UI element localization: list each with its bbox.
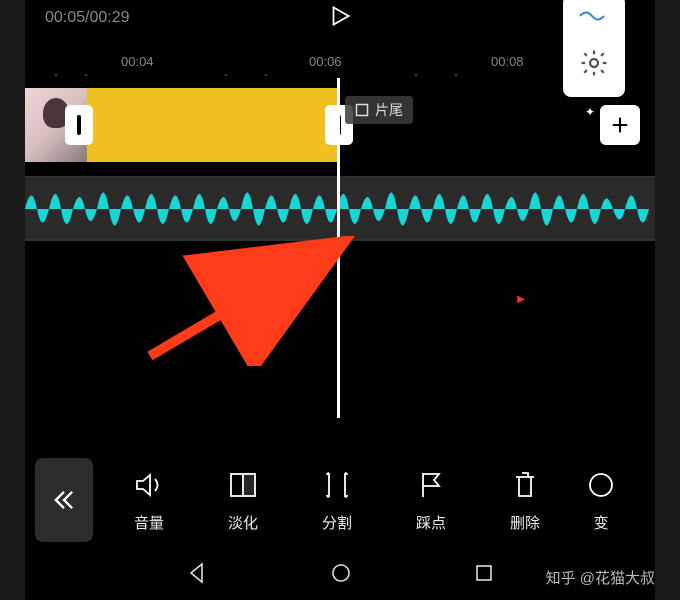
video-track[interactable]: 片尾 ✦ [25,78,655,168]
tool-label: 删除 [510,512,540,533]
fade-icon [228,468,258,502]
playhead[interactable] [337,78,340,418]
player-header: 00:05/00:29 [25,0,655,36]
ruler-tick: 00:08 [491,54,524,69]
timeline[interactable]: 片尾 ✦ ▶ [25,78,655,438]
audio-track[interactable] [25,176,655,240]
clip-body [87,88,337,162]
app-frame: 00:05/00:29 00:04 00:06 00:08 [25,0,655,600]
add-clip-button[interactable] [600,105,640,145]
tool-fade[interactable]: 淡化 [205,468,281,533]
search-icon[interactable] [579,7,609,30]
tool-beat[interactable]: 踩点 [393,468,469,533]
nav-recent-icon[interactable] [474,563,494,588]
tool-label: 踩点 [416,512,446,533]
back-button[interactable] [35,458,93,542]
watermark: 知乎 @花猫大叔 [546,567,655,588]
empty-track[interactable] [25,240,655,408]
tool-label: 变 [593,512,608,533]
tool-label: 淡化 [228,512,258,533]
nav-home-icon[interactable] [330,562,352,589]
trailer-tag[interactable]: 片尾 [345,96,413,124]
tool-speed[interactable]: 变 [581,468,621,533]
square-icon [355,103,369,117]
trailer-label: 片尾 [375,100,403,120]
flag-icon [418,468,444,502]
sparkle-icon: ✦ [585,105,595,119]
trash-icon [512,468,538,502]
tool-label: 分割 [322,512,352,533]
tool-delete[interactable]: 删除 [487,468,563,533]
ruler-tick: 00:06 [309,54,342,69]
ruler-tick: 00:04 [121,54,154,69]
tools-panel [563,0,625,97]
volume-icon [133,468,165,502]
timecode: 00:05/00:29 [45,9,130,27]
speed-icon [587,468,615,502]
nav-back-icon[interactable] [186,562,208,589]
gear-icon[interactable] [579,48,609,83]
tool-volume[interactable]: 音量 [111,468,187,533]
tool-label: 音量 [134,512,164,533]
play-marker-icon: ▶ [517,294,525,305]
time-ruler[interactable]: 00:04 00:06 00:08 [25,46,655,78]
audio-waveform [25,185,655,233]
edit-toolbar: 音量 淡化 分割 [25,450,655,550]
play-button[interactable] [327,3,353,34]
clip-handle-left[interactable] [65,105,93,145]
tool-split[interactable]: 分割 [299,468,375,533]
split-icon [323,468,351,502]
chevron-double-left-icon [50,486,78,514]
